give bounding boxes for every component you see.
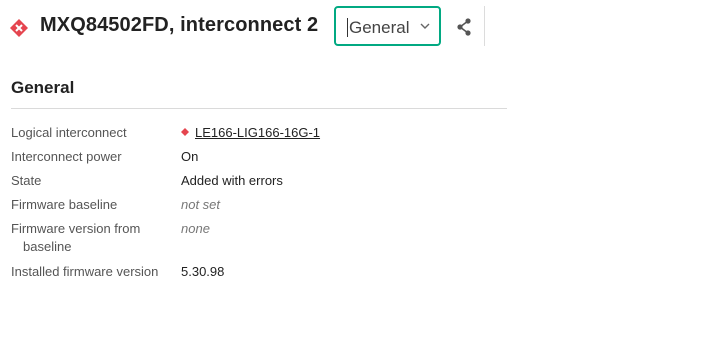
row-label-firmware-baseline: Firmware baseline: [11, 197, 118, 212]
firmware-baseline-value: not set: [181, 197, 221, 212]
share-icon[interactable]: [454, 16, 474, 38]
row-label-interconnect-power: Interconnect power: [11, 149, 122, 164]
row-label-text: Firmware version from baseline: [11, 221, 141, 254]
row-label-installed-firmware-version: Installed firmware version: [11, 264, 159, 279]
text-cursor: [347, 18, 348, 37]
page-title: MXQ84502FD, interconnect 2: [40, 14, 319, 36]
row-label-firmware-version-from-baseline: Firmware version from baseline: [11, 220, 169, 256]
state-value: Added with errors: [181, 173, 283, 188]
chevron-down-icon: [420, 23, 430, 29]
firmware-version-from-baseline-value: none: [181, 221, 210, 236]
section-divider: [11, 108, 507, 109]
critical-diamond-icon: [181, 128, 189, 136]
row-label-logical-interconnect: Logical interconnect: [11, 125, 127, 140]
view-select-dropdown[interactable]: General: [334, 6, 441, 46]
section-title: General: [11, 78, 75, 97]
logical-interconnect-link[interactable]: LE166-LIG166-16G-1: [195, 124, 320, 142]
interconnect-power-value: On: [181, 149, 199, 164]
page-header: MXQ84502FD, interconnect 2 General: [0, 0, 707, 54]
header-divider: [484, 6, 485, 46]
critical-status-icon: [10, 19, 28, 37]
view-select-value: General: [349, 18, 410, 37]
row-label-state: State: [11, 173, 42, 188]
installed-firmware-version-value: 5.30.98: [181, 264, 225, 279]
